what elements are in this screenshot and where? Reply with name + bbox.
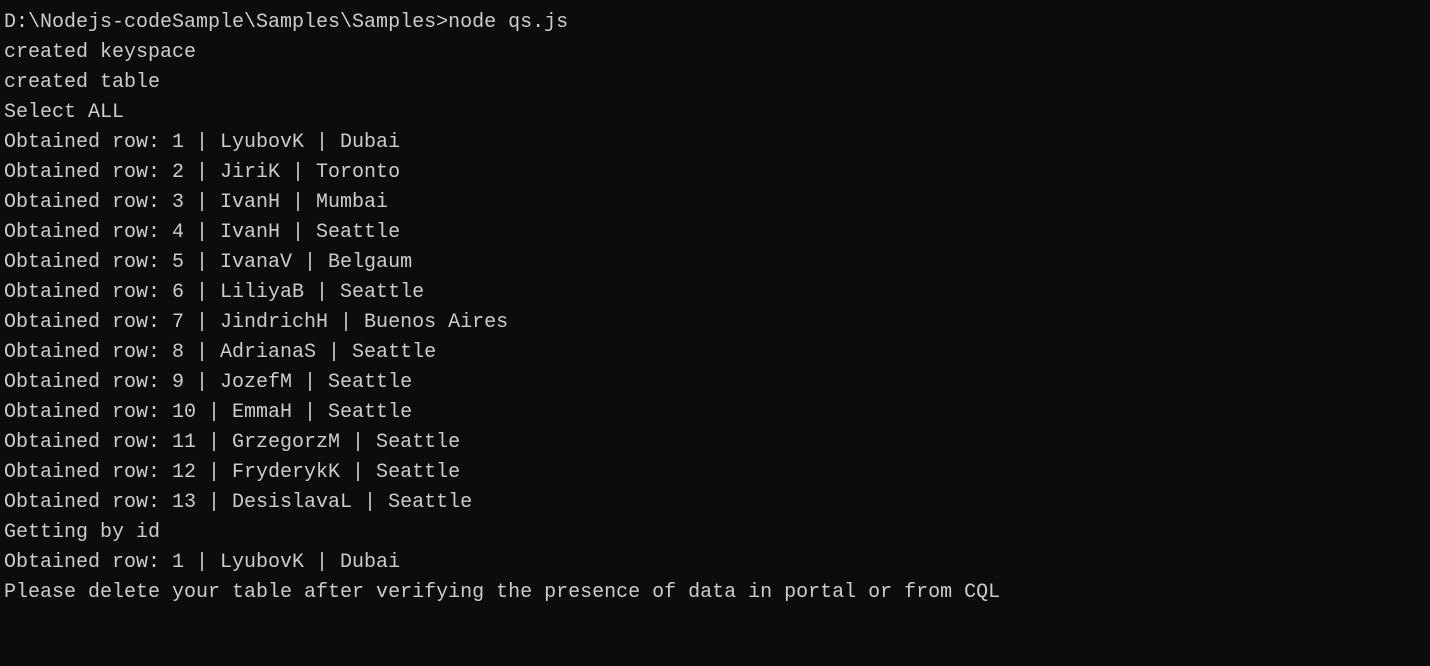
output-row: Obtained row: 12 | FryderykK | Seattle xyxy=(0,458,1430,488)
output-row: Obtained row: 7 | JindrichH | Buenos Air… xyxy=(0,308,1430,338)
output-created-table: created table xyxy=(0,68,1430,98)
output-by-id-row: Obtained row: 1 | LyubovK | Dubai xyxy=(0,548,1430,578)
output-getting-by-id: Getting by id xyxy=(0,518,1430,548)
output-row: Obtained row: 4 | IvanH | Seattle xyxy=(0,218,1430,248)
command: node qs.js xyxy=(448,11,568,34)
output-final-message: Please delete your table after verifying… xyxy=(0,578,1430,608)
output-row: Obtained row: 5 | IvanaV | Belgaum xyxy=(0,248,1430,278)
output-row: Obtained row: 6 | LiliyaB | Seattle xyxy=(0,278,1430,308)
output-row: Obtained row: 1 | LyubovK | Dubai xyxy=(0,128,1430,158)
output-row: Obtained row: 2 | JiriK | Toronto xyxy=(0,158,1430,188)
command-line[interactable]: D:\Nodejs-codeSample\Samples\Samples>nod… xyxy=(0,8,1430,38)
output-row: Obtained row: 10 | EmmaH | Seattle xyxy=(0,398,1430,428)
output-row: Obtained row: 9 | JozefM | Seattle xyxy=(0,368,1430,398)
output-row: Obtained row: 13 | DesislavaL | Seattle xyxy=(0,488,1430,518)
output-created-keyspace: created keyspace xyxy=(0,38,1430,68)
output-row: Obtained row: 3 | IvanH | Mumbai xyxy=(0,188,1430,218)
output-select-all: Select ALL xyxy=(0,98,1430,128)
output-rows: Obtained row: 1 | LyubovK | DubaiObtaine… xyxy=(0,128,1430,518)
output-row: Obtained row: 8 | AdrianaS | Seattle xyxy=(0,338,1430,368)
output-row: Obtained row: 11 | GrzegorzM | Seattle xyxy=(0,428,1430,458)
prompt: D:\Nodejs-codeSample\Samples\Samples> xyxy=(4,11,448,34)
